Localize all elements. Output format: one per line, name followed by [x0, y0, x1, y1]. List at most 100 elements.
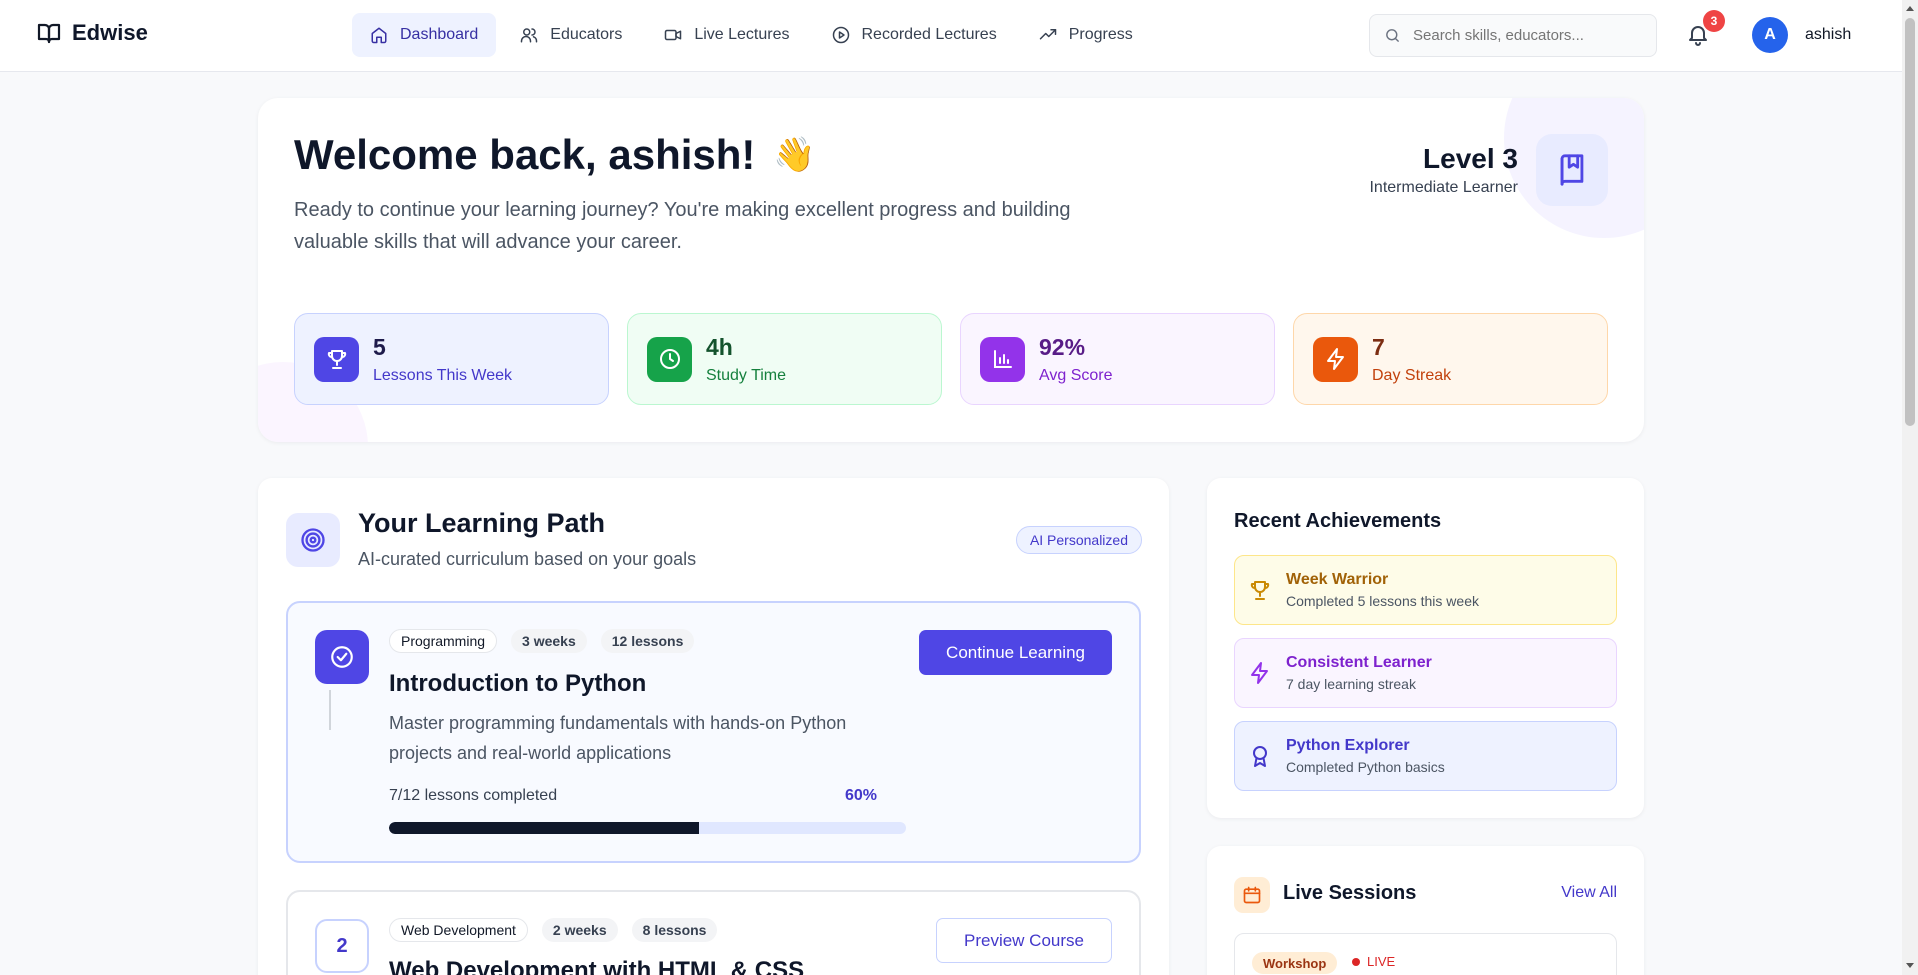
award-icon: [1253, 746, 1267, 767]
achievement-name: Week Warrior: [1286, 571, 1389, 588]
stat-value: 92%: [1039, 333, 1086, 360]
level-label: Intermediate Learner: [1369, 179, 1518, 196]
continue-learning-button[interactable]: Continue Learning: [919, 630, 1112, 675]
path-icon-box: [286, 513, 340, 567]
lightning-icon: [1326, 348, 1344, 370]
book-open-icon: [37, 23, 61, 44]
stat-icon-box: [1313, 336, 1358, 382]
course-category-tag: Programming: [389, 629, 498, 653]
course-description: Master programming fundamentals with han…: [389, 713, 847, 763]
target-icon: [301, 528, 325, 552]
achievement-name: Consistent Learner: [1286, 654, 1432, 671]
achievement-description: Completed 5 lessons this week: [1286, 593, 1479, 609]
achievement-item[interactable]: Week Warrior Completed 5 lessons this we…: [1234, 555, 1617, 625]
brand-name: Edwise: [72, 20, 148, 45]
stats-row: 5 Lessons This Week 4h Study Time 92% Av…: [294, 313, 1608, 405]
nav-label: Progress: [1068, 26, 1133, 43]
scrollbar-thumb[interactable]: [1905, 18, 1915, 426]
session-type-tag: Workshop: [1252, 952, 1338, 974]
video-icon: [665, 29, 682, 41]
main-nav: Dashboard Educators Live Lectures Record…: [352, 13, 1151, 57]
clock-icon: [659, 349, 680, 369]
nav-recorded-lectures[interactable]: Recorded Lectures: [814, 13, 1015, 57]
stat-label: Lessons This Week: [373, 366, 513, 384]
course-progress-label: 7/12 lessons completed: [389, 787, 558, 804]
stat-label: Day Streak: [1372, 366, 1452, 384]
stat-label: Avg Score: [1039, 366, 1113, 384]
users-icon: [521, 28, 538, 43]
notification-count-badge: 3: [1703, 10, 1725, 32]
live-sessions-card: Live Sessions View All Workshop LIVE: [1207, 846, 1644, 975]
stat-icon-box: [647, 336, 692, 382]
stat-label: Study Time: [706, 366, 787, 384]
top-navbar: Edwise Dashboard Educators Live Lectures…: [0, 0, 1902, 72]
course-category-tag: Web Development: [389, 918, 528, 942]
achievement-item[interactable]: Consistent Learner 7 day learning streak: [1234, 638, 1617, 708]
achievement-description: 7 day learning streak: [1286, 676, 1416, 692]
search-box[interactable]: [1369, 14, 1657, 57]
stat-card-avg-score: 92% Avg Score: [960, 313, 1275, 405]
live-status-text: LIVE: [1367, 954, 1396, 969]
nav-live-lectures[interactable]: Live Lectures: [646, 13, 807, 57]
live-status: LIVE: [1352, 954, 1395, 969]
search-input[interactable]: [1413, 27, 1633, 44]
nav-dashboard[interactable]: Dashboard: [352, 13, 497, 57]
live-dot-icon: [1352, 957, 1360, 966]
course-status-box: [315, 630, 369, 684]
achievement-description: Completed Python basics: [1286, 759, 1445, 775]
learning-path-subtitle: AI-curated curriculum based on your goal…: [358, 549, 697, 569]
scroll-up-arrow-icon[interactable]: [1906, 6, 1914, 11]
check-circle-icon: [331, 646, 353, 668]
recent-achievements-card: Recent Achievements Week Warrior Complet…: [1207, 478, 1644, 818]
learning-path-card: Your Learning Path AI-curated curriculum…: [258, 478, 1169, 975]
course-card[interactable]: 2 Web Development 2 weeks 8 lessons Web …: [286, 890, 1141, 975]
brand-logo[interactable]: Edwise: [36, 20, 148, 46]
calendar-icon: [1243, 886, 1261, 904]
nav-educators[interactable]: Educators: [502, 13, 640, 57]
stat-card-lessons: 5 Lessons This Week: [294, 313, 609, 405]
search-icon: [1386, 29, 1399, 42]
nav-label: Educators: [550, 26, 623, 43]
stat-icon-box: [314, 336, 359, 382]
stat-icon-box: [980, 336, 1025, 382]
stat-value: 5: [373, 333, 386, 360]
scroll-down-arrow-icon[interactable]: [1906, 963, 1914, 968]
course-lessons-tag: 8 lessons: [631, 918, 718, 942]
percent-text: 60%: [844, 787, 877, 804]
lightning-icon: [1251, 662, 1268, 684]
bar-chart-icon: [993, 350, 1012, 368]
trending-up-icon: [1039, 29, 1056, 40]
preview-course-button[interactable]: Preview Course: [936, 918, 1112, 963]
achievement-name: Python Explorer: [1286, 737, 1410, 754]
course-lessons-tag: 12 lessons: [600, 629, 695, 653]
page-scrollbar[interactable]: [1902, 0, 1918, 975]
nav-label: Dashboard: [400, 26, 479, 43]
avatar[interactable]: A: [1752, 17, 1788, 53]
live-sessions-title: Live Sessions: [1283, 882, 1417, 904]
book-bookmark-icon: [1560, 154, 1584, 186]
stat-card-study-time: 4h Study Time: [627, 313, 942, 405]
nav-progress[interactable]: Progress: [1021, 13, 1151, 57]
trophy-icon: [327, 350, 346, 369]
level-badge: [1536, 134, 1608, 206]
welcome-heading: Welcome back, ashish! 👋: [294, 131, 816, 179]
stat-value: 4h: [706, 333, 733, 360]
stat-card-day-streak: 7 Day Streak: [1293, 313, 1608, 405]
course-number: 2: [315, 919, 369, 973]
welcome-subtitle: Ready to continue your learning journey?…: [294, 199, 1071, 253]
achievements-title: Recent Achievements: [1234, 510, 1442, 532]
course-duration-tag: 3 weeks: [511, 629, 587, 653]
course-duration-tag: 2 weeks: [541, 918, 618, 942]
learning-path-title: Your Learning Path: [358, 508, 606, 538]
achievement-item[interactable]: Python Explorer Completed Python basics: [1234, 721, 1617, 791]
view-all-link[interactable]: View All: [1561, 884, 1617, 902]
username[interactable]: ashish: [1805, 26, 1851, 44]
progress-bar-fill: [389, 822, 700, 834]
home-icon: [371, 27, 387, 44]
path-connector: [329, 690, 331, 730]
stat-value: 7: [1372, 333, 1385, 360]
course-card[interactable]: Programming 3 weeks 12 lessons Introduct…: [286, 601, 1141, 863]
session-item[interactable]: Workshop LIVE: [1234, 933, 1617, 975]
course-tags: Programming 3 weeks 12 lessons: [389, 629, 695, 653]
course-tags: Web Development 2 weeks 8 lessons: [389, 918, 718, 942]
